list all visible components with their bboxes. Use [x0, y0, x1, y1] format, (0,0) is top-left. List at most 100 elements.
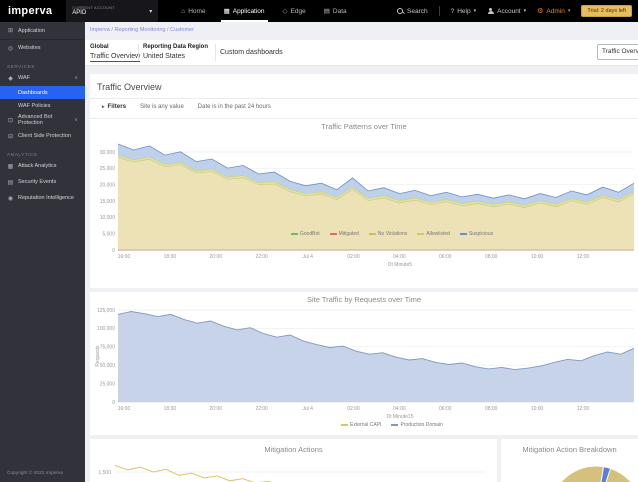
sidebar-item-websites[interactable]: ◎Websites	[0, 40, 85, 56]
attack-analytics-icon: ▦	[7, 163, 14, 170]
account-menu[interactable]: Account ▾	[487, 8, 526, 15]
sidebar-item-application[interactable]: ⊞Application	[0, 22, 85, 40]
person-icon	[487, 8, 494, 15]
gear-icon: ⚙	[537, 7, 543, 15]
copyright-text: Copyright © 2021 Imperva	[7, 471, 63, 476]
legend-item[interactable]: Suspicious	[460, 231, 493, 237]
svg-text:04:00: 04:00	[393, 406, 406, 412]
legend-item[interactable]: Production Domain	[391, 422, 443, 428]
svg-text:08:00: 08:00	[485, 406, 498, 412]
svg-text:50,000: 50,000	[100, 363, 116, 369]
svg-text:Dt Minute15: Dt Minute15	[387, 414, 414, 420]
sidebar: ⊞Application◎WebsitesSERVICES◆WAF∧Dashbo…	[0, 22, 85, 482]
svg-text:22:00: 22:00	[255, 254, 268, 260]
application-icon: ▦	[224, 7, 230, 15]
svg-text:0: 0	[112, 400, 115, 406]
svg-text:16:00: 16:00	[118, 406, 131, 412]
trial-badge[interactable]: Trial: 2 days left	[581, 5, 632, 17]
account-switcher[interactable]: CURRENT ACCOUNT APID ▾	[66, 0, 158, 22]
websites-icon: ◎	[7, 45, 14, 52]
filters-toggle[interactable]: ▸ Filters	[102, 103, 126, 110]
sidebar-item-dashboards[interactable]: Dashboards	[0, 86, 85, 99]
topnav-home[interactable]: ⌂Home	[172, 0, 214, 22]
mitigation-actions-chart[interactable]: 1,500	[90, 439, 497, 482]
topnav-edge[interactable]: ◇Edge	[274, 0, 315, 22]
svg-text:02:00: 02:00	[347, 406, 360, 412]
legend-item[interactable]: Mitigated	[330, 231, 359, 237]
svg-text:12:00: 12:00	[577, 254, 590, 260]
admin-menu[interactable]: ⚙ Admin ▾	[537, 7, 570, 15]
svg-text:02:00: 02:00	[347, 254, 360, 260]
svg-text:20,000: 20,000	[100, 182, 116, 188]
topnav-data[interactable]: ▤Data	[315, 0, 356, 22]
legend-item[interactable]: GoodBot	[291, 231, 320, 237]
svg-text:25,000: 25,000	[100, 381, 116, 387]
dashboard-selector-input[interactable]: Traffic Overview	[597, 44, 638, 60]
sidebar-item-reputation-intelligence[interactable]: ◉Reputation Intelligence	[0, 190, 85, 206]
caret-down-icon: ▾	[149, 8, 152, 15]
svg-text:10:00: 10:00	[531, 254, 544, 260]
sidebar-item-client-side-protection[interactable]: ⊟Client Side Protection	[0, 128, 85, 144]
sidebar-item-waf[interactable]: ◆WAF∧	[0, 70, 85, 86]
data-icon: ▤	[324, 7, 330, 15]
caret-right-icon: ▸	[102, 104, 105, 110]
legend-item[interactable]: External CAPI	[341, 422, 381, 428]
svg-text:1,500: 1,500	[98, 470, 111, 476]
legend-item[interactable]: No Violations	[369, 231, 407, 237]
mitigation-breakdown-pie[interactable]	[501, 439, 638, 482]
svg-text:0: 0	[112, 248, 115, 254]
svg-text:15,000: 15,000	[100, 199, 116, 205]
sidebar-items: ⊞Application◎WebsitesSERVICES◆WAF∧Dashbo…	[0, 22, 85, 206]
site-traffic-chart[interactable]: 025,00050,00075,000100,000125,00016:0018…	[90, 292, 638, 435]
chart1-legend: GoodBot Mitigated No Violations Allowlisted…	[90, 231, 638, 237]
breadcrumb[interactable]: Imperva / Reporting Monitoring / Custome…	[90, 27, 194, 33]
client-side-icon: ⊟	[7, 133, 14, 140]
svg-text:18:00: 18:00	[164, 406, 177, 412]
sidebar-item-security-events[interactable]: ▤Security Events	[0, 174, 85, 190]
svg-text:06:00: 06:00	[439, 406, 452, 412]
traffic-patterns-chart[interactable]: 05,00010,00015,00020,00025,00030,00016:0…	[90, 118, 638, 288]
svg-text:Dt Minute5: Dt Minute5	[388, 262, 412, 268]
svg-text:25,000: 25,000	[100, 166, 116, 172]
current-account-value: APID	[72, 10, 149, 16]
topbar-divider	[439, 6, 440, 16]
help-icon: ?	[451, 8, 455, 15]
svg-text:22:00: 22:00	[255, 406, 268, 412]
chart2-legend: External CAPI Production Domain	[90, 422, 638, 428]
sidebar-item-services: SERVICES	[0, 56, 85, 70]
svg-text:16:00: 16:00	[118, 254, 131, 260]
region-label: Reporting Data Region	[143, 44, 208, 50]
application-grid-icon: ⊞	[7, 27, 14, 34]
caret-down-icon: ▾	[568, 8, 571, 14]
svg-text:Jul 4: Jul 4	[302, 406, 313, 412]
sidebar-item-attack-analytics[interactable]: ▦Attack Analytics	[0, 158, 85, 174]
reputation-icon: ◉	[7, 195, 14, 202]
svg-text:18:00: 18:00	[164, 254, 177, 260]
filter-site[interactable]: Site is any value	[140, 104, 184, 110]
search-icon	[397, 8, 404, 15]
caret-down-icon: ▾	[524, 8, 527, 14]
top-bar: imperva CURRENT ACCOUNT APID ▾ ⌂Home▦App…	[0, 0, 638, 22]
svg-text:Requests: Requests	[95, 345, 101, 367]
mitigation-breakdown-panel: Mitigation Action Breakdown	[501, 439, 638, 482]
tab-traffic-overview[interactable]: Traffic Overview	[90, 53, 140, 62]
search-button[interactable]: Search	[397, 8, 428, 15]
filter-date[interactable]: Date is in the past 24 hours	[198, 104, 271, 110]
svg-text:125,000: 125,000	[97, 308, 115, 314]
tab-custom-dashboards[interactable]: Custom dashboards	[220, 49, 283, 56]
svg-text:30,000: 30,000	[100, 150, 116, 156]
mitigation-actions-panel: Mitigation Actions 1,500	[90, 439, 497, 482]
svg-text:10:00: 10:00	[531, 406, 544, 412]
help-menu[interactable]: ? Help ▾	[451, 8, 477, 15]
svg-text:Jul 4: Jul 4	[302, 254, 313, 260]
topnav-application[interactable]: ▦Application	[215, 0, 274, 22]
caret-up-icon: ∧	[74, 75, 78, 81]
caret-down-icon: ▾	[474, 8, 477, 14]
sidebar-item-waf-policies[interactable]: WAF Policies	[0, 99, 85, 112]
dashboard-header: Global Traffic Overview Reporting Data R…	[85, 40, 638, 66]
global-label: Global	[90, 44, 109, 50]
sidebar-item-advanced-bot-protection[interactable]: ⊡Advanced Bot Protection∨	[0, 112, 85, 128]
legend-item[interactable]: Allowlisted	[417, 231, 450, 237]
traffic-overview-panel: Traffic Overview ▸ Filters Site is any v…	[90, 74, 638, 288]
imperva-logo: imperva	[8, 5, 52, 17]
